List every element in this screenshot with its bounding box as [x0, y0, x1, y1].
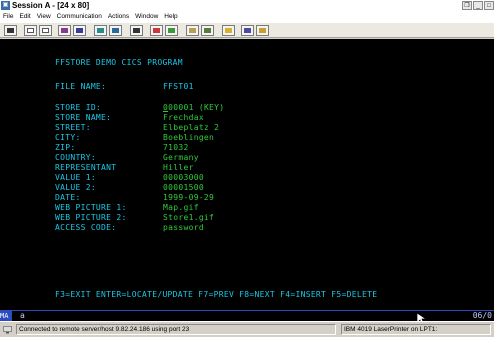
web-picture-1-field[interactable]: Map.gif	[163, 203, 199, 213]
menu-help[interactable]: Help	[161, 11, 180, 22]
representant-field[interactable]: Hiller	[163, 163, 194, 173]
field-label: WEB PICTURE 2:	[55, 213, 127, 222]
restore-icon[interactable]: ❐	[462, 1, 472, 10]
mode-indicator: MA	[0, 311, 12, 321]
copy-icon[interactable]	[24, 25, 37, 36]
printer-status: IBM 4019 LaserPrinter on LPT1:	[341, 324, 491, 335]
value2-field[interactable]: 00001500	[163, 183, 204, 193]
window-title: Session A - [24 x 80]	[12, 1, 90, 10]
store-id-field[interactable]: 000001 (KEY)	[163, 103, 224, 113]
window-controls: ❐ _ □	[462, 1, 494, 10]
terminal-screen[interactable]: FFSTORE DEMO CICS PROGRAM FILE NAME: FFS…	[0, 39, 494, 310]
keyboard-map-icon[interactable]	[109, 25, 122, 36]
connection-icon	[3, 326, 12, 334]
date-field[interactable]: 1999-09-29	[163, 193, 214, 203]
toolbar	[0, 22, 494, 38]
print-screen-icon[interactable]	[4, 25, 17, 36]
menu-view[interactable]: View	[34, 11, 54, 22]
help-icon[interactable]	[222, 25, 235, 36]
value1-field[interactable]: 00003000	[163, 173, 204, 183]
field-label: STORE NAME:	[55, 113, 112, 122]
field-label: DATE:	[55, 193, 81, 202]
program-heading: FFSTORE DEMO CICS PROGRAM	[55, 58, 183, 67]
send-file-icon[interactable]	[58, 25, 71, 36]
menu-communication[interactable]: Communication	[54, 11, 105, 22]
store-name-field[interactable]: Frechdax	[163, 113, 204, 123]
field-label: VALUE 2:	[55, 183, 96, 192]
settings-icon[interactable]	[241, 25, 254, 36]
connection-status: Connected to remote server/host 9.82.24.…	[16, 324, 336, 335]
zip-field[interactable]: 71032	[163, 143, 189, 153]
session-icon[interactable]: ▣	[1, 1, 10, 10]
menu-actions[interactable]: Actions	[105, 11, 132, 22]
access-code-field[interactable]: password	[163, 223, 204, 233]
receive-file-icon[interactable]	[73, 25, 86, 36]
field-label: REPRESENTANT	[55, 163, 117, 172]
field-label: STREET:	[55, 123, 91, 132]
field-label: VALUE 1:	[55, 173, 96, 182]
function-key-legend: F3=EXIT ENTER=LOCATE/UPDATE F7=PREV F8=N…	[55, 290, 378, 299]
play-macro-icon[interactable]	[165, 25, 178, 36]
file-name-value: FFST01	[163, 82, 194, 91]
paste-icon[interactable]	[39, 25, 52, 36]
file-name-label: FILE NAME:	[55, 82, 107, 91]
field-label: WEB PICTURE 1:	[55, 203, 127, 212]
menu-window[interactable]: Window	[132, 11, 161, 22]
field-label: ACCESS CODE:	[55, 223, 117, 232]
field-label: STORE ID:	[55, 103, 102, 112]
session-indicator: a	[20, 311, 25, 320]
macro-icon[interactable]	[130, 25, 143, 36]
title-bar: ▣ Session A - [24 x 80] ❐ _ □	[0, 0, 494, 11]
color-map-icon[interactable]	[201, 25, 214, 36]
field-label: CITY:	[55, 133, 81, 142]
menu-file[interactable]: File	[0, 11, 16, 22]
street-field[interactable]: Elbeplatz 2	[163, 123, 219, 133]
field-label: COUNTRY:	[55, 153, 96, 162]
menu-bar: File Edit View Communication Actions Win…	[0, 11, 494, 22]
record-macro-icon[interactable]	[150, 25, 163, 36]
minimize-icon[interactable]: _	[473, 1, 483, 10]
web-picture-2-field[interactable]: Store1.gif	[163, 213, 214, 223]
edit-icon[interactable]	[256, 25, 269, 36]
field-label: ZIP:	[55, 143, 76, 152]
transfer-icon[interactable]	[186, 25, 199, 36]
menu-edit[interactable]: Edit	[16, 11, 33, 22]
country-field[interactable]: Germany	[163, 153, 199, 163]
maximize-icon[interactable]: □	[484, 1, 494, 10]
display-setup-icon[interactable]	[94, 25, 107, 36]
status-bar: Connected to remote server/host 9.82.24.…	[0, 321, 494, 337]
city-field[interactable]: Boeblingen	[163, 133, 214, 143]
cursor-position: 06/0	[472, 311, 492, 320]
